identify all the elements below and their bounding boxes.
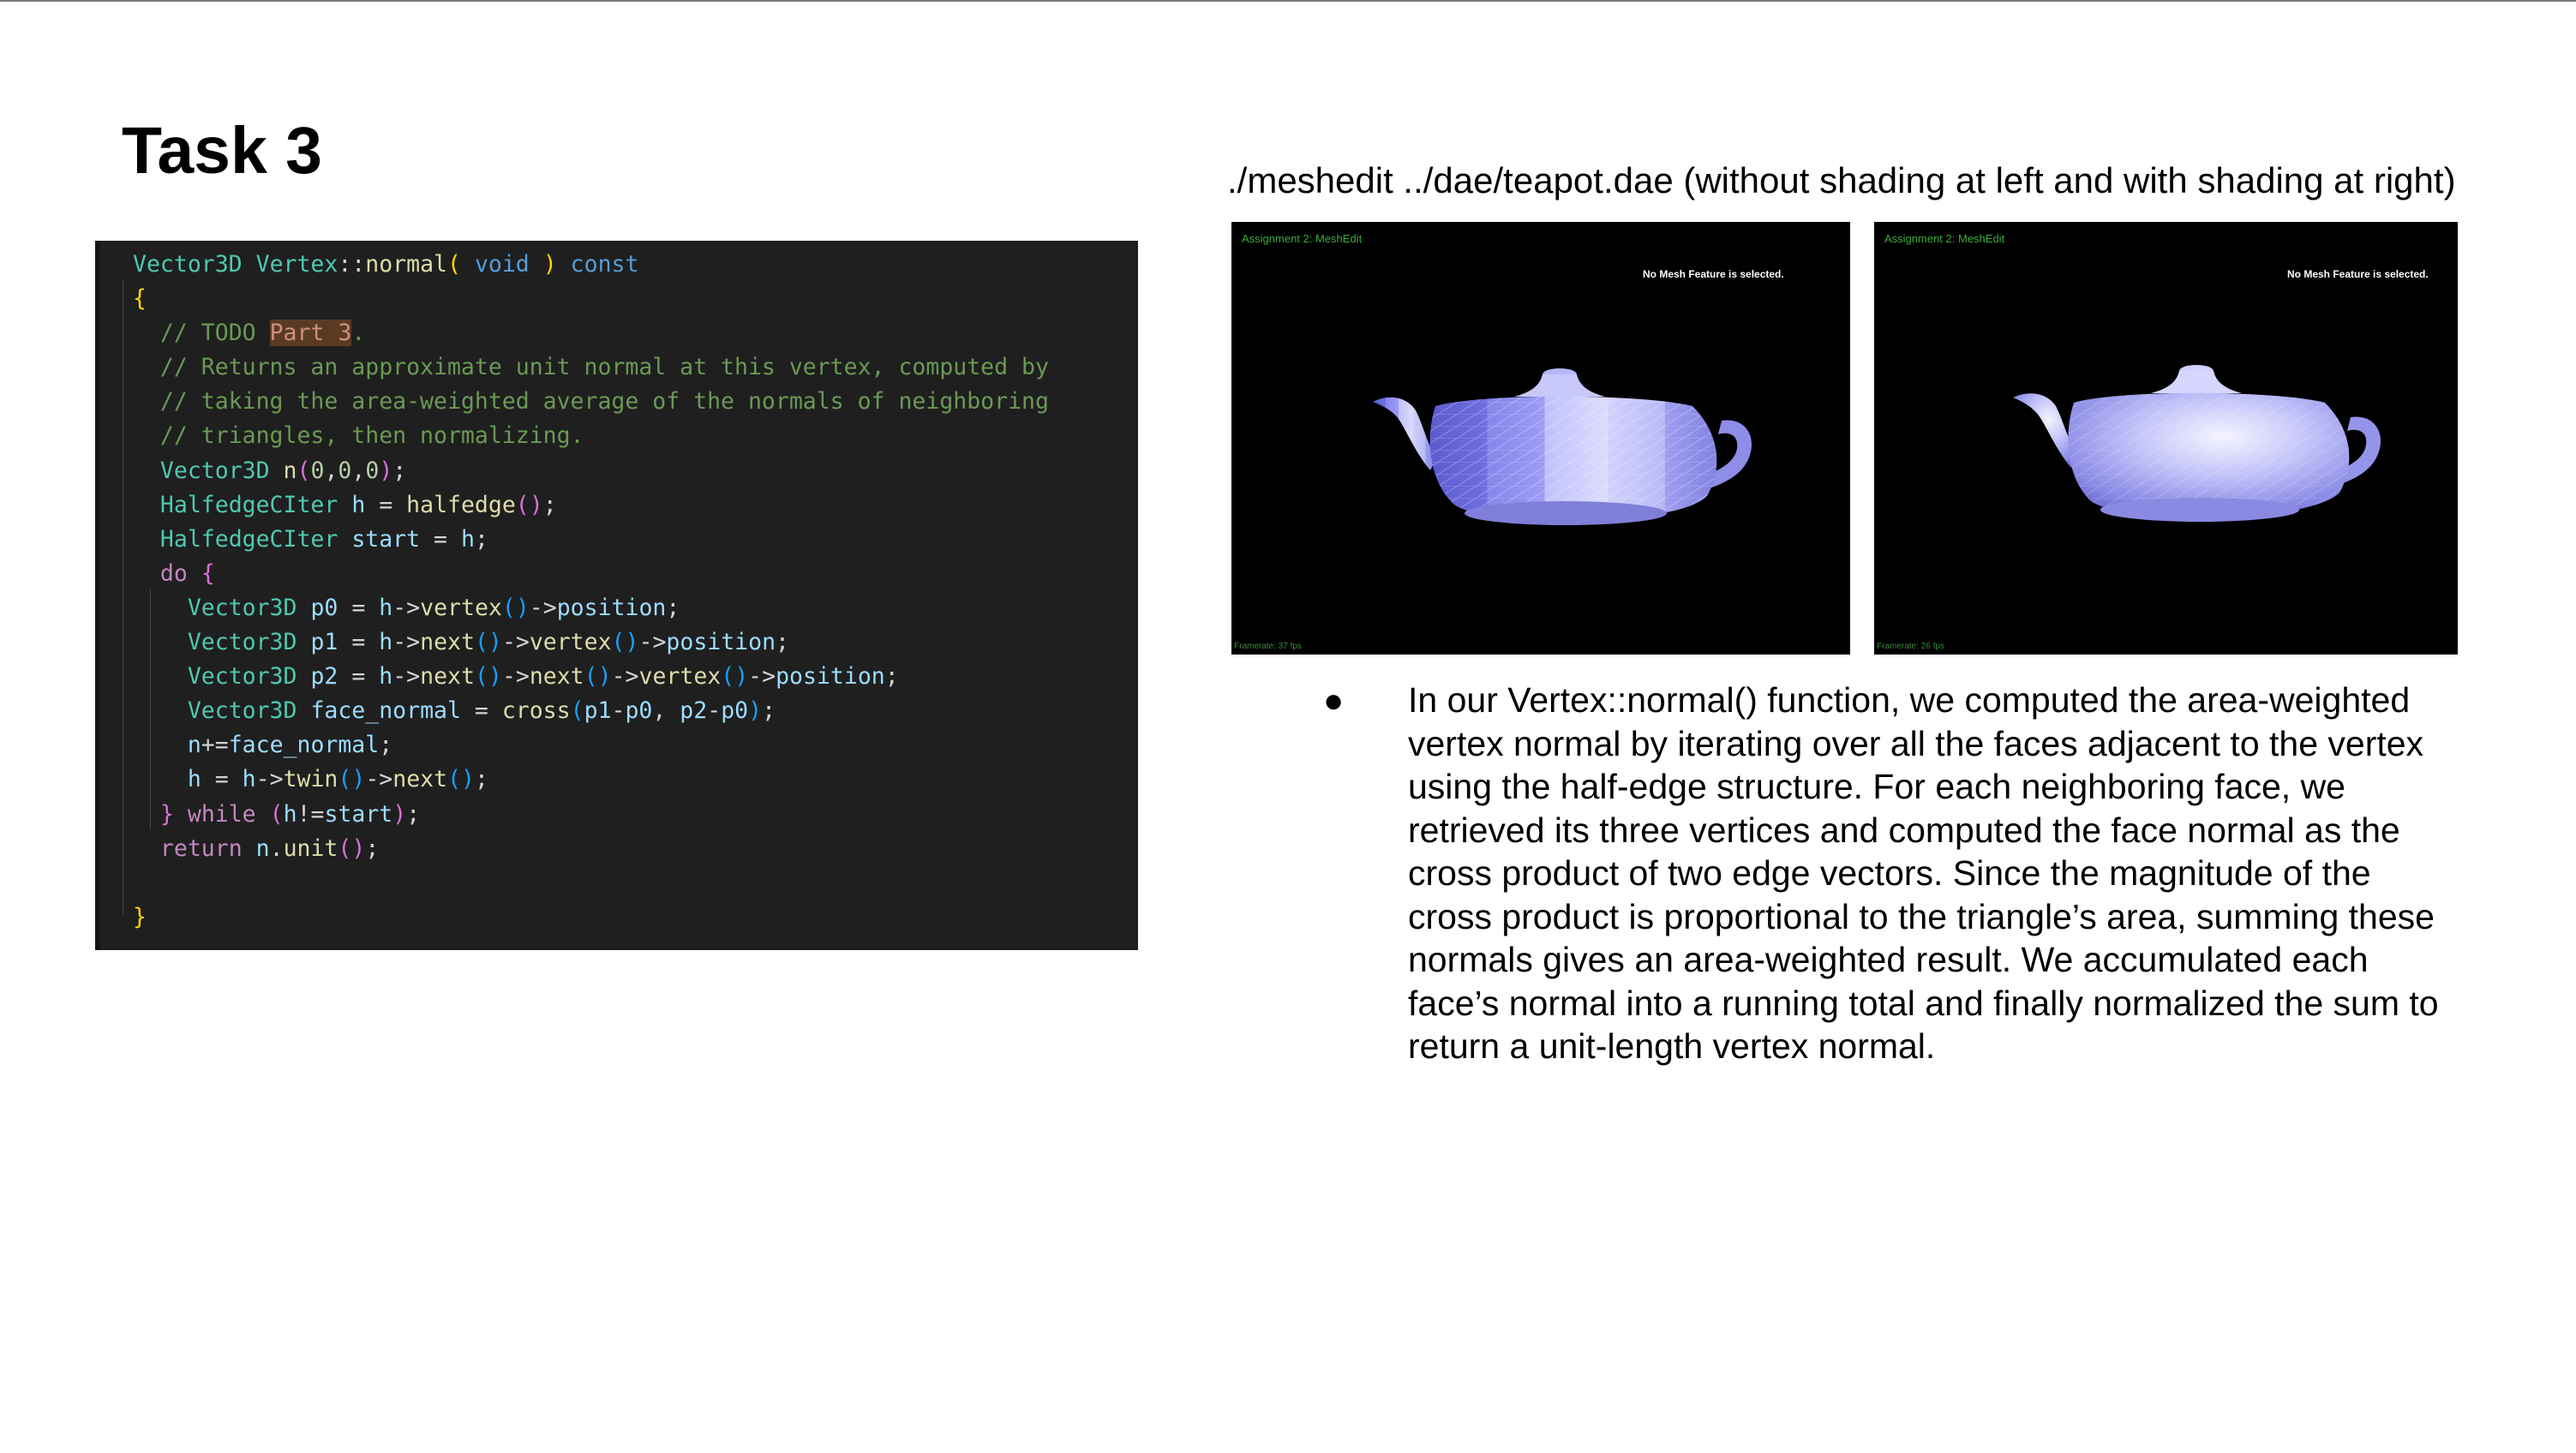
- code-line: Vector3D p1 = h->next()->vertex()->posit…: [187, 629, 790, 656]
- code-snippet: Vector3D Vertex::normal( void ) const{ /…: [95, 241, 1138, 950]
- viewer-status-message: No Mesh Feature is selected.: [1643, 268, 1784, 280]
- code-line: } while (h!=start);: [159, 800, 421, 828]
- viewer-framerate: Framerate: 37 fps: [1234, 642, 1302, 651]
- code-line: Vector3D p0 = h->vertex()->position;: [187, 594, 680, 621]
- code-line: {: [133, 285, 147, 313]
- viewer-window-title: Assignment 2: MeshEdit: [1242, 232, 1363, 245]
- viewer-status-message: No Mesh Feature is selected.: [2287, 268, 2429, 280]
- code-line: Vector3D face_normal = cross(p1-p0, p2-p…: [187, 697, 776, 725]
- bullet-marker: ●: [1323, 682, 1345, 720]
- code-line: HalfedgeCIter start = h;: [159, 525, 488, 553]
- teapot-smooth-image: [2013, 365, 2381, 522]
- code-line: Vector3D Vertex::normal( void ) const: [133, 251, 639, 278]
- top-border-line: [0, 0, 2576, 2]
- code-lines: Vector3D Vertex::normal( void ) const{ /…: [133, 248, 1049, 935]
- viewer-framerate: Framerate: 26 fps: [1877, 642, 1944, 651]
- code-line: HalfedgeCIter h = halfedge();: [159, 491, 557, 518]
- teapot-smooth-screenshot: Assignment 2: MeshEdit No Mesh Feature i…: [1874, 222, 2458, 655]
- code-line: // taking the area-weighted average of t…: [159, 388, 1049, 416]
- bullet-paragraph: In our Vertex::normal() function, we com…: [1408, 680, 2439, 1066]
- code-line: Vector3D p2 = h->next()->next()->vertex(…: [187, 663, 899, 691]
- code-line: do {: [159, 559, 215, 587]
- viewer-window-title: Assignment 2: MeshEdit: [1884, 232, 2005, 245]
- code-line: // TODO Part 3.: [159, 320, 366, 347]
- teapot-flat-image: [1373, 368, 1752, 525]
- code-line: n+=face_normal;: [187, 732, 393, 759]
- code-line: Vector3D n(0,0,0);: [159, 457, 407, 484]
- code-line: }: [133, 903, 147, 930]
- code-line: // triangles, then normalizing.: [159, 422, 584, 450]
- screenshot-caption: ./meshedit ../dae/teapot.dae (without sh…: [1227, 160, 2456, 200]
- slide-title: Task 3: [122, 114, 323, 188]
- code-line: return n.unit();: [159, 834, 380, 862]
- teapot-flat-screenshot: Assignment 2: MeshEdit No Mesh Feature i…: [1231, 222, 1850, 655]
- code-line: // Returns an approximate unit normal at…: [159, 354, 1049, 381]
- code-line: h = h->twin()->next();: [187, 766, 488, 793]
